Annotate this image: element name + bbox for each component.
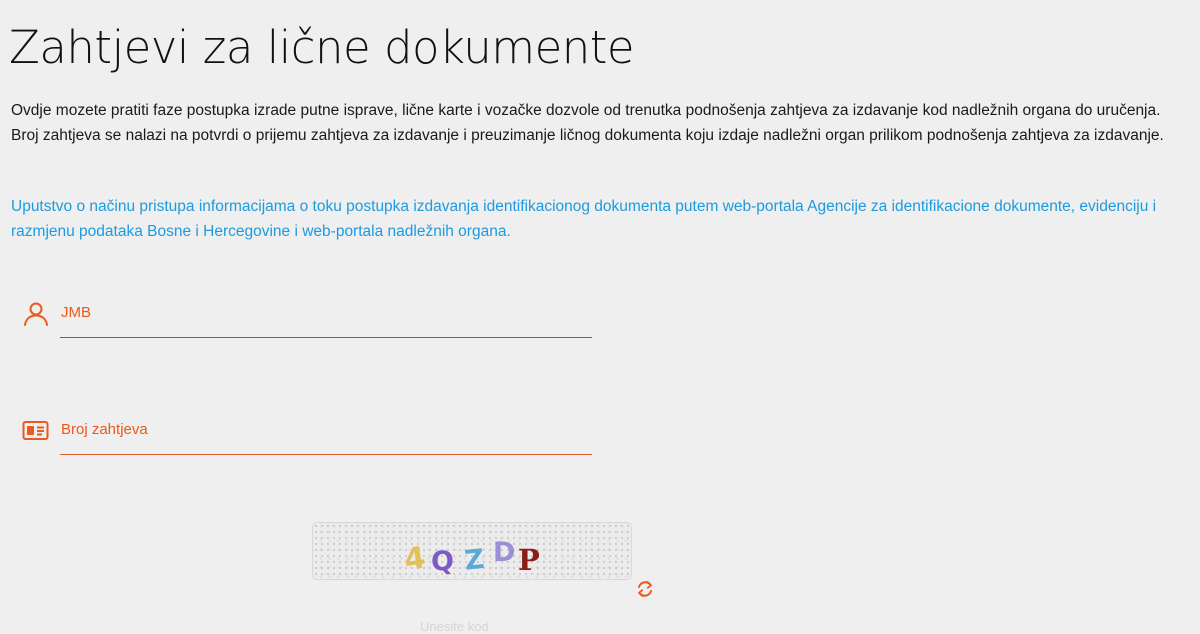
user-icon — [24, 302, 48, 326]
captcha-char: P — [518, 543, 540, 577]
intro-text: Ovdje mozete pratiti faze postupka izrad… — [11, 102, 1164, 144]
refresh-icon — [638, 581, 652, 597]
jmb-field[interactable]: JMB — [22, 298, 594, 338]
captcha-hint: Unesite kod — [420, 619, 489, 634]
page-title: Zahtjevi za lične dokumente — [9, 21, 635, 74]
captcha-char: D — [493, 537, 515, 568]
captcha-refresh-button[interactable] — [634, 578, 656, 600]
request-number-field[interactable]: Broj zahtjeva — [22, 415, 594, 455]
request-number-underline — [60, 454, 592, 455]
jmb-underline — [60, 337, 592, 338]
captcha-char: Z — [463, 544, 486, 577]
instructions-link[interactable]: Uputstvo o načinu pristupa informacijama… — [11, 194, 1186, 244]
captcha-image: 4 Q Z D P — [312, 522, 632, 580]
captcha-graphic: 4 Q Z D P — [402, 537, 540, 578]
jmb-input[interactable] — [60, 298, 594, 338]
id-card-icon — [22, 421, 49, 440]
captcha-char: Q — [431, 546, 454, 577]
request-number-input[interactable] — [60, 415, 594, 455]
captcha-char: 4 — [402, 540, 428, 578]
